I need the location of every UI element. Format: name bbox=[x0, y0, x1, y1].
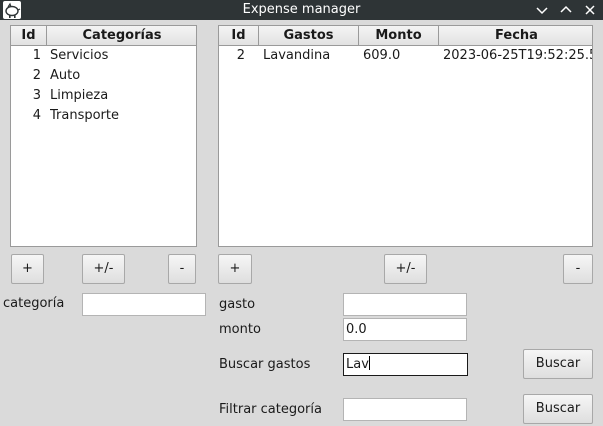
search-expenses-input[interactable]: Lav bbox=[343, 353, 468, 376]
gasto-input[interactable] bbox=[343, 293, 467, 316]
column-header-monto[interactable]: Monto bbox=[359, 26, 439, 46]
text-caret bbox=[368, 356, 370, 370]
title-bar: Expense manager bbox=[0, 0, 603, 20]
search-expenses-label: Buscar gastos bbox=[219, 357, 311, 372]
cell-category: Transporte bbox=[50, 108, 119, 123]
column-header-id[interactable]: Id bbox=[219, 26, 259, 46]
cell-category: Auto bbox=[50, 68, 81, 83]
chevron-down-icon[interactable] bbox=[533, 1, 551, 19]
filter-category-label: Filtrar categoría bbox=[219, 402, 322, 417]
cell-gasto: Lavandina bbox=[263, 48, 331, 63]
cell-id: 2 bbox=[32, 68, 41, 83]
add-category-button[interactable]: + bbox=[11, 254, 44, 284]
cell-id: 4 bbox=[32, 108, 41, 123]
cell-category: Servicios bbox=[50, 48, 109, 63]
cell-category: Limpieza bbox=[50, 88, 109, 103]
column-header-fecha[interactable]: Fecha bbox=[439, 26, 592, 46]
monto-input[interactable]: 0.0 bbox=[343, 318, 467, 341]
gasto-label: gasto bbox=[219, 297, 256, 312]
search-expenses-button[interactable]: Buscar bbox=[523, 349, 593, 379]
chevron-up-icon[interactable] bbox=[557, 1, 575, 19]
cell-id: 1 bbox=[32, 48, 41, 63]
cell-id: 3 bbox=[32, 88, 41, 103]
column-header-id[interactable]: Id bbox=[11, 26, 47, 46]
add-expense-button[interactable]: + bbox=[218, 254, 252, 284]
remove-expense-button[interactable]: - bbox=[563, 254, 593, 284]
category-input[interactable] bbox=[82, 293, 206, 316]
cell-id: 2 bbox=[236, 48, 245, 63]
filter-category-button[interactable]: Buscar bbox=[523, 394, 593, 424]
column-header-gastos[interactable]: Gastos bbox=[259, 26, 359, 46]
close-icon[interactable] bbox=[581, 1, 599, 19]
cell-monto: 609.0 bbox=[363, 48, 401, 63]
window-title: Expense manager bbox=[242, 2, 361, 17]
categories-table[interactable]: Id Categorías 1 Servicios 2 Auto 3 Limpi… bbox=[10, 25, 197, 247]
category-label: categoría bbox=[3, 296, 65, 311]
monto-label: monto bbox=[219, 322, 261, 337]
expenses-table[interactable]: Id Gastos Monto Fecha 2 Lavandina 609.0 … bbox=[218, 25, 593, 247]
filter-category-input[interactable] bbox=[343, 398, 467, 421]
search-expenses-value: Lav bbox=[346, 357, 369, 372]
edit-expense-button[interactable]: +/- bbox=[384, 254, 427, 284]
column-header-categorias[interactable]: Categorías bbox=[47, 26, 196, 46]
edit-category-button[interactable]: +/- bbox=[82, 254, 125, 284]
cell-fecha: 2023-06-25T19:52:25.5 bbox=[443, 48, 593, 63]
remove-category-button[interactable]: - bbox=[168, 254, 196, 284]
